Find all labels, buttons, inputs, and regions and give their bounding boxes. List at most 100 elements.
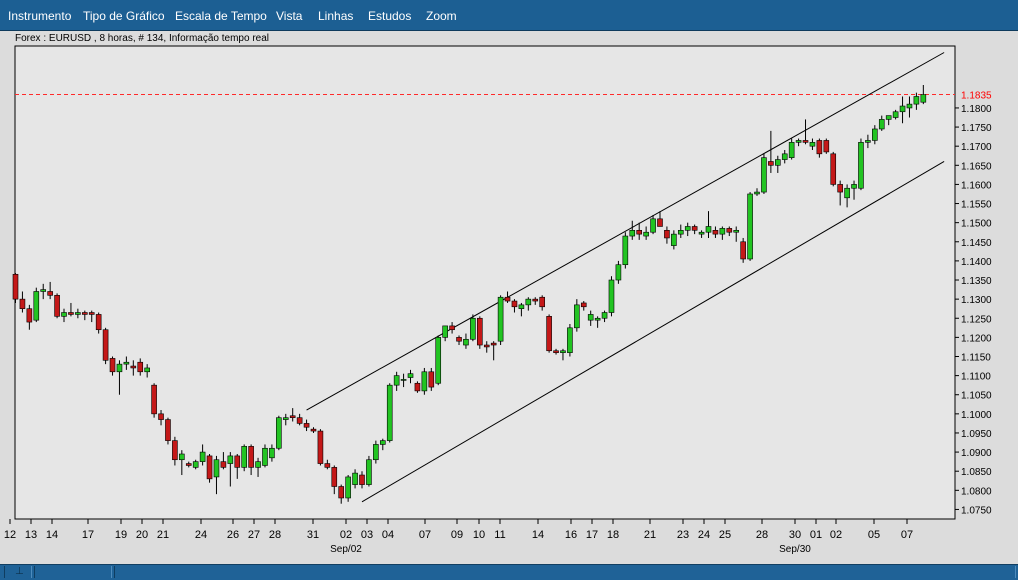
candle-body [206,455,213,480]
candle-body [483,344,490,348]
menu-item-instrumento[interactable]: Instrumento [8,9,71,23]
candle-body [740,241,746,260]
candle [276,415,282,451]
y-tick-label: 1.1600 [961,180,992,191]
candle [497,295,504,346]
menu-item-vista[interactable]: Vista [276,9,302,23]
x-tick-label: 13 [25,529,37,541]
menu-bar: Instrumento Tipo de Gráfico Escala de Temp… [0,0,1018,31]
candle-body [601,312,608,319]
candle-body [185,463,192,466]
candle-body [594,317,601,321]
candle-body [580,302,587,308]
y-tick-label: 1.1000 [961,410,992,421]
candle-body [671,233,677,246]
x-tick-label: 01 [810,529,822,541]
candle-body [428,371,435,388]
candle-body [269,447,275,459]
candle-body [705,226,712,233]
month-label: Sep/02 [330,544,362,555]
candle-body [414,382,421,392]
candle-body [844,187,850,199]
menu-item-zoom[interactable]: Zoom [426,9,457,23]
candle [151,383,157,418]
candle [761,153,767,194]
candle [386,383,393,443]
candle-body [574,304,580,329]
candle-body [82,312,88,315]
candle-body [442,325,448,338]
y-tick-label: 1.1650 [961,161,992,172]
candle-body [532,298,539,302]
candle-body [227,455,234,464]
status-cell-2 [34,566,112,578]
candle [102,327,109,365]
candle [54,293,60,319]
candle [421,367,428,395]
x-tick-label: 23 [677,529,689,541]
x-tick-label: 17 [586,529,598,541]
candle-body [858,142,864,189]
candle-body [373,444,379,461]
menu-item-tipo-de-gr-fico[interactable]: Tipo de Gráfico [83,9,165,23]
candle-body [587,314,594,321]
y-tick-label: 1.1200 [961,333,992,344]
x-tick-label: 27 [248,529,260,541]
candle-body [12,273,19,300]
candle-body [276,417,282,449]
candle-body [386,384,393,441]
candle [317,429,324,466]
x-tick-label: 03 [361,529,373,541]
menu-item-linhas[interactable]: Linhas [318,9,353,23]
candle-body [33,291,40,321]
candle-body [241,446,247,468]
candle-body [636,230,643,235]
y-tick-label: 1.1050 [961,391,992,402]
x-tick-label: 11 [494,529,505,541]
y-tick-label: 1.0800 [961,486,992,497]
y-tick-label: 1.1500 [961,219,992,230]
candle-body [255,461,261,468]
candle-body [109,358,116,373]
x-tick-label: 31 [307,529,319,541]
candle-body [123,361,130,365]
candle-body [456,337,462,342]
candle [823,138,830,154]
menu-item-escala-de-tempo[interactable]: Escala de Tempo [175,9,267,23]
candle-body [761,157,767,193]
x-tick-label: 10 [473,529,485,541]
x-tick-label: 07 [419,529,431,541]
candle-body [421,371,428,392]
x-tick-label: 26 [227,529,239,541]
candle-body [88,312,95,315]
candle-body [40,289,47,292]
candle-body [116,363,123,373]
candle-body [553,350,559,353]
candle-body [352,472,358,485]
candle-body [144,367,150,373]
candle-body [234,455,241,468]
y-tick-label: 1.1300 [961,295,992,306]
y-tick-label: 1.0900 [961,448,992,459]
candle-body [851,184,857,189]
candle-body [643,231,649,237]
candle-body [366,459,372,485]
x-tick-label: 12 [4,529,16,541]
candle [345,475,351,502]
y-tick-label: 1.1350 [961,276,992,287]
x-tick-label: 02 [830,529,842,541]
candle-body [823,140,830,153]
menu-item-estudos[interactable]: Estudos [368,9,411,23]
candle [470,314,476,342]
candle-body [393,375,400,386]
candle-body [130,365,137,369]
candle-body [719,228,726,235]
candle-body [248,446,254,468]
chart: Forex : EURUSD , 8 horas, # 134, Informa… [4,33,992,555]
candle-body [664,230,670,239]
candle [165,417,171,445]
candle [567,323,573,357]
x-tick-label: 18 [607,529,619,541]
candle-body [726,228,733,233]
candle-body [282,417,289,420]
